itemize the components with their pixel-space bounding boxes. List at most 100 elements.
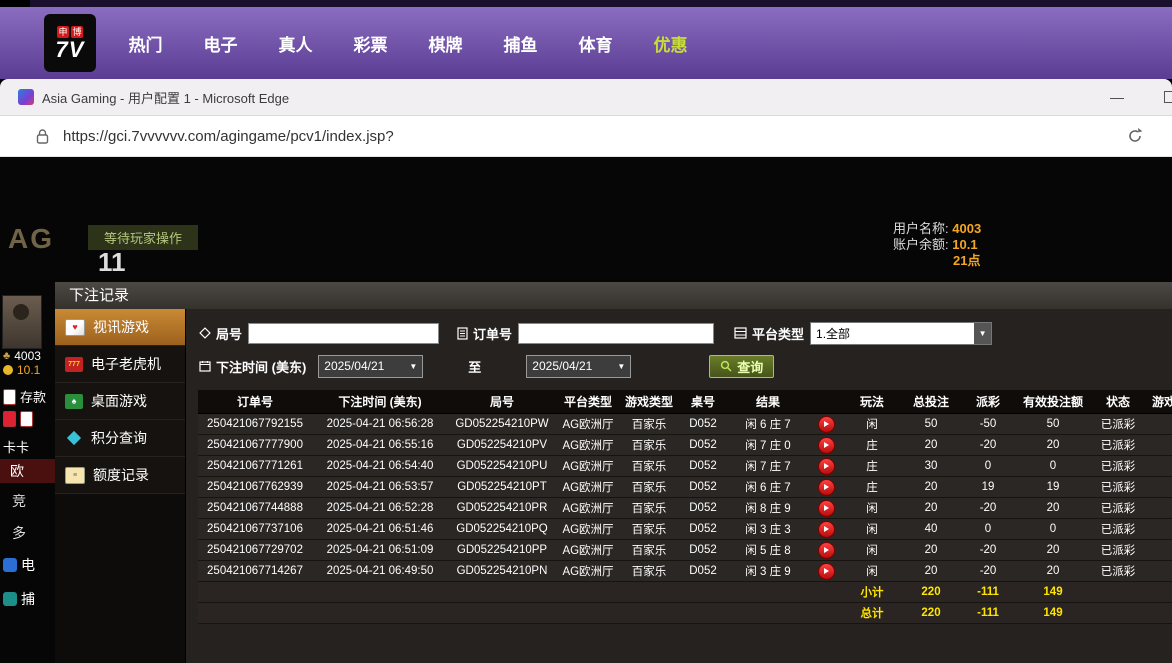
sidebar-item-label: 电子老虎机: [91, 354, 161, 374]
nav-item-棋牌[interactable]: 棋牌: [408, 31, 483, 56]
order-input[interactable]: [518, 323, 714, 344]
table-row: 2504210677371062025-04-21 06:51:46GD0522…: [198, 519, 1172, 540]
table-cell: 50: [1014, 414, 1092, 435]
document-icon: [457, 327, 468, 340]
nav-item-体育[interactable]: 体育: [558, 31, 633, 56]
cards-icon: [65, 319, 85, 336]
nav-item-电子[interactable]: 电子: [183, 31, 258, 56]
table-cell: 闲: [844, 414, 900, 435]
play-icon[interactable]: [818, 458, 835, 475]
column-header: 桌号: [678, 390, 728, 414]
nav-item-优惠[interactable]: 优惠: [633, 31, 708, 56]
table-cell: -111: [962, 582, 1014, 603]
tab-eu[interactable]: 欧: [0, 459, 55, 483]
search-button[interactable]: 查询: [709, 355, 774, 378]
table-cell: D052: [678, 519, 728, 540]
table-cell: 闲: [844, 540, 900, 561]
window-title: Asia Gaming - 用户配置 1 - Microsoft Edge: [42, 88, 289, 107]
avatar: [2, 295, 42, 349]
play-icon[interactable]: [818, 563, 835, 580]
red-card-icon: [3, 411, 16, 427]
panel-main: 局号 订单号 平台类型 1.全部 ▼: [186, 309, 1172, 663]
nav-item-彩票[interactable]: 彩票: [333, 31, 408, 56]
sidebar-item-桌面游戏[interactable]: 桌面游戏: [55, 383, 185, 420]
sidebar-item-label: 积分查询: [91, 428, 147, 448]
sidebar-item-电子老虎机[interactable]: 电子老虎机: [55, 346, 185, 383]
site-logo[interactable]: 申 博 7V: [44, 14, 96, 72]
table-icon: [65, 394, 83, 409]
user-info: 用户名称: 4003 账户余额: 10.1 21点: [893, 221, 1172, 269]
table-row: 2504210677779002025-04-21 06:55:16GD0522…: [198, 435, 1172, 456]
table-cell: [556, 582, 620, 603]
table-cell: 40: [900, 519, 962, 540]
refresh-icon[interactable]: [1126, 127, 1144, 145]
sidebar-item-积分查询[interactable]: 积分查询: [55, 420, 185, 457]
minimize-icon[interactable]: —: [1110, 89, 1124, 105]
table-cell: GD052254210PV: [448, 435, 556, 456]
round-input[interactable]: [248, 323, 439, 344]
sidebar-item-label: 额度记录: [93, 465, 149, 485]
tab-jing[interactable]: 竞: [12, 491, 26, 511]
table-cell: [728, 603, 808, 624]
table-cell: 总计: [844, 603, 900, 624]
table-cell: 0: [1014, 456, 1092, 477]
table-cell: D052: [678, 477, 728, 498]
filter-row-2: 下注时间 (美东) 2025/04/21 ▼ 至 2025/04/21 ▼: [198, 354, 1172, 378]
table-cell: 闲 6 庄 7: [728, 477, 808, 498]
deposit-item[interactable]: 存款: [3, 387, 46, 406]
date-from-select[interactable]: 2025/04/21 ▼: [318, 355, 423, 378]
sidebar-item-label: 视讯游戏: [93, 317, 149, 337]
table-cell: [620, 582, 678, 603]
left-strip: ♣ 4003 10.1 存款 卡卡 欧 竞 多: [0, 287, 55, 663]
table-cell: D052: [678, 414, 728, 435]
table-cell: AG欧洲厅: [556, 435, 620, 456]
nav-item-真人[interactable]: 真人: [258, 31, 333, 56]
tab-dian[interactable]: 电: [3, 555, 35, 575]
table-cell: 庄: [844, 477, 900, 498]
date-to-select[interactable]: 2025/04/21 ▼: [526, 355, 631, 378]
table-cell: 250421067737106: [198, 519, 312, 540]
maximize-icon[interactable]: [1164, 91, 1172, 103]
play-icon[interactable]: [818, 416, 835, 433]
url-bar[interactable]: https://gci.7vvvvvv.com/agingame/pcv1/in…: [0, 116, 1172, 157]
nav-item-热门[interactable]: 热门: [108, 31, 183, 56]
tab-bu[interactable]: 捕: [3, 589, 35, 609]
play-icon[interactable]: [818, 521, 835, 538]
records-panel: 下注记录 视讯游戏电子老虎机桌面游戏积分查询额度记录 局号 订单号: [55, 282, 1172, 663]
table-cell: 2025-04-21 06:49:50: [312, 561, 448, 582]
table-cell: [620, 603, 678, 624]
table-cell: [1144, 561, 1172, 582]
sidebar: 视讯游戏电子老虎机桌面游戏积分查询额度记录: [55, 309, 186, 663]
column-header: 结果: [728, 390, 808, 414]
table-cell: 19: [1014, 477, 1092, 498]
play-icon[interactable]: [818, 479, 835, 496]
card-label: 卡卡: [3, 437, 29, 456]
diamond-icon: [199, 327, 211, 339]
order-label: 订单号: [457, 324, 512, 343]
table-cell: 2025-04-21 06:54:40: [312, 456, 448, 477]
column-header: 游戏: [1144, 390, 1172, 414]
sidebar-item-视讯游戏[interactable]: 视讯游戏: [55, 309, 185, 346]
table-cell: 2025-04-21 06:51:09: [312, 540, 448, 561]
sidebar-item-label: 桌面游戏: [91, 391, 147, 411]
card-icons-row[interactable]: [3, 411, 33, 427]
nav-item-捕鱼[interactable]: 捕鱼: [483, 31, 558, 56]
tab-duo[interactable]: 多: [12, 523, 26, 543]
column-header: 局号: [448, 390, 556, 414]
sidebar-item-额度记录[interactable]: 额度记录: [55, 457, 185, 494]
play-icon[interactable]: [818, 437, 835, 454]
to-label: 至: [468, 357, 481, 376]
table-cell: 闲: [844, 561, 900, 582]
platform-select[interactable]: 1.全部 ▼: [810, 322, 992, 345]
table-cell: 220: [900, 582, 962, 603]
logo-badge-left: 申: [57, 26, 69, 38]
table-cell: GD052254210PW: [448, 414, 556, 435]
table-cell: 已派彩: [1092, 435, 1144, 456]
title-bar[interactable]: Asia Gaming - 用户配置 1 - Microsoft Edge —: [0, 79, 1172, 116]
table-cell: AG欧洲厅: [556, 498, 620, 519]
play-icon[interactable]: [818, 500, 835, 517]
table-cell: [728, 582, 808, 603]
table-header-row: 订单号下注时间 (美东)局号平台类型游戏类型桌号结果玩法总投注派彩有效投注额状态…: [198, 390, 1172, 414]
table-cell: 20: [1014, 540, 1092, 561]
play-icon[interactable]: [818, 542, 835, 559]
